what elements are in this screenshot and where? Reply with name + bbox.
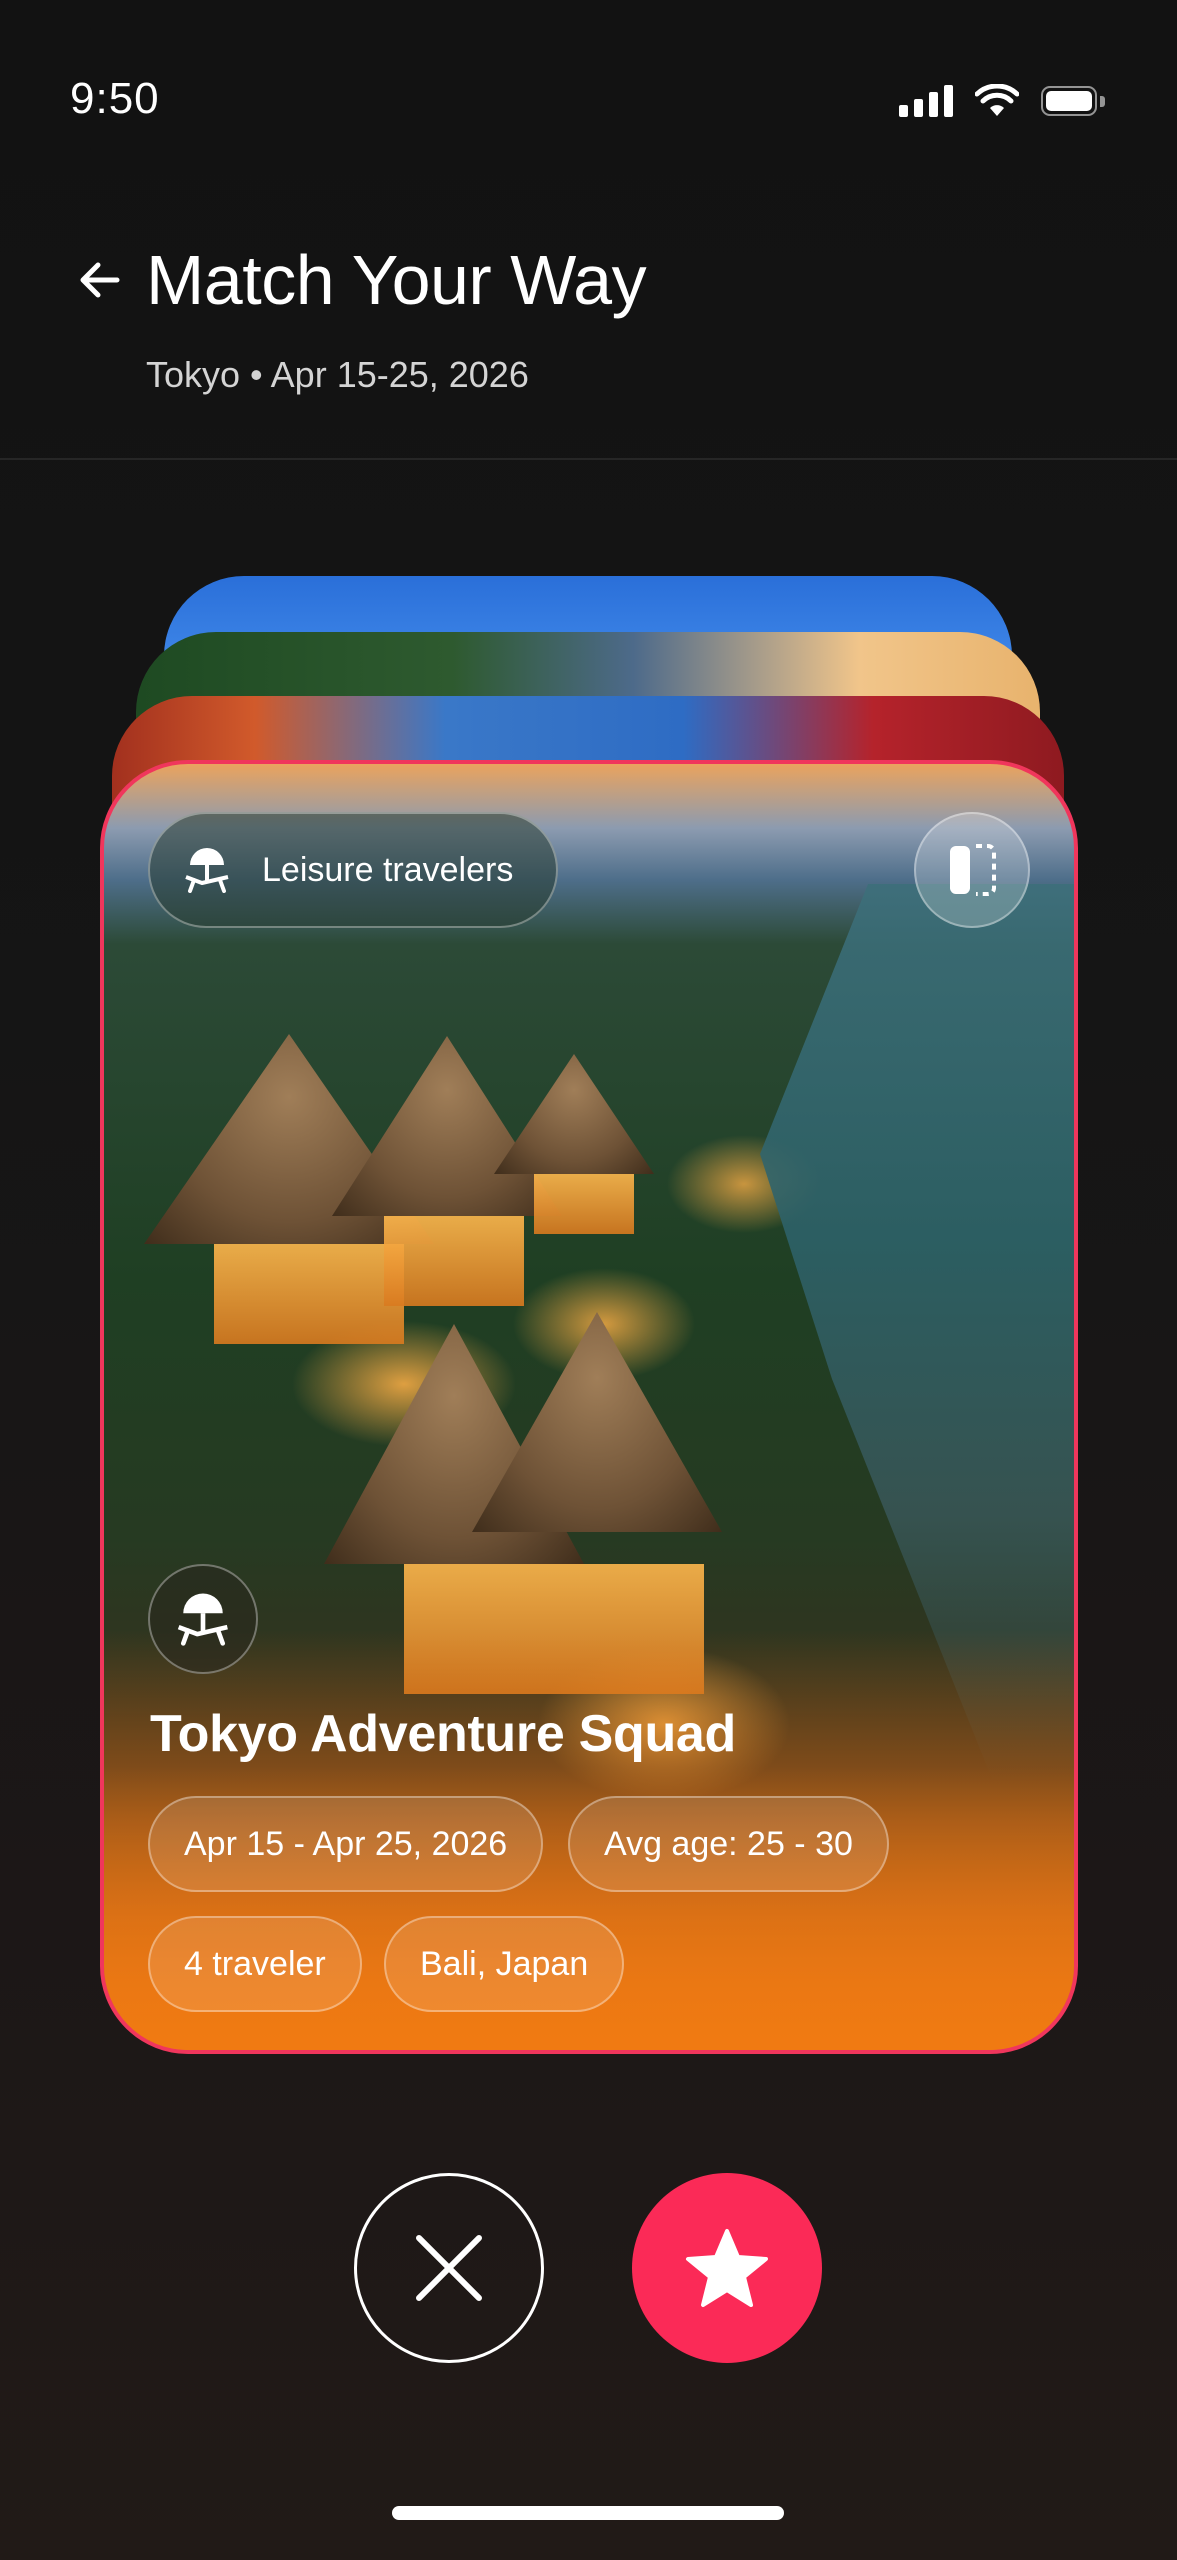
traveler-type-label: Leisure travelers: [262, 850, 514, 889]
like-button[interactable]: [632, 2173, 822, 2363]
traveler-count-tag: 4 traveler: [148, 1916, 362, 2012]
date-range-tag: Apr 15 - Apr 25, 2026: [148, 1796, 544, 1892]
reject-button[interactable]: [354, 2173, 544, 2363]
cellular-signal-icon: [899, 85, 953, 117]
back-button[interactable]: [70, 250, 130, 310]
page-header: Match Your Way Tokyo • Apr 15-25, 2026: [0, 220, 1177, 458]
card-photo-hut: [494, 1054, 654, 1174]
group-card[interactable]: Leisure travelers Tokyo Adventure Squad …: [100, 760, 1078, 2054]
compare-split-icon: [950, 844, 996, 896]
card-photo-hut-glow: [214, 1244, 404, 1344]
match-screen: 9:50 Match Your Way Tokyo • Apr 15-25, 2…: [0, 0, 1177, 2560]
beach-umbrella-icon: [185, 848, 229, 893]
battery-icon: [1041, 85, 1107, 117]
compare-button[interactable]: [914, 812, 1030, 928]
group-title: Tokyo Adventure Squad: [150, 1705, 736, 1763]
traveler-type-badge: Leisure travelers: [148, 812, 558, 928]
avg-age-tag: Avg age: 25 - 30: [568, 1796, 889, 1892]
header-divider: [0, 458, 1177, 460]
location-tag: Bali, Japan: [384, 1916, 625, 2012]
trip-subtitle: Tokyo • Apr 15-25, 2026: [146, 354, 529, 395]
arrow-left-icon: [80, 262, 120, 298]
star-icon: [686, 2229, 768, 2307]
close-x-icon: [416, 2235, 482, 2301]
status-time: 9:50: [70, 74, 160, 123]
beach-umbrella-icon: [177, 1593, 228, 1646]
status-bar: 9:50: [0, 0, 1177, 200]
category-icon-badge: [148, 1564, 258, 1674]
wifi-icon: [975, 84, 1019, 116]
card-photo-hut-glow: [384, 1216, 524, 1306]
status-icons: [899, 84, 1107, 118]
page-title: Match Your Way: [146, 241, 647, 319]
card-photo-hut-glow: [534, 1174, 634, 1234]
home-indicator[interactable]: [392, 2506, 784, 2520]
card-photo-hut: [472, 1312, 722, 1532]
